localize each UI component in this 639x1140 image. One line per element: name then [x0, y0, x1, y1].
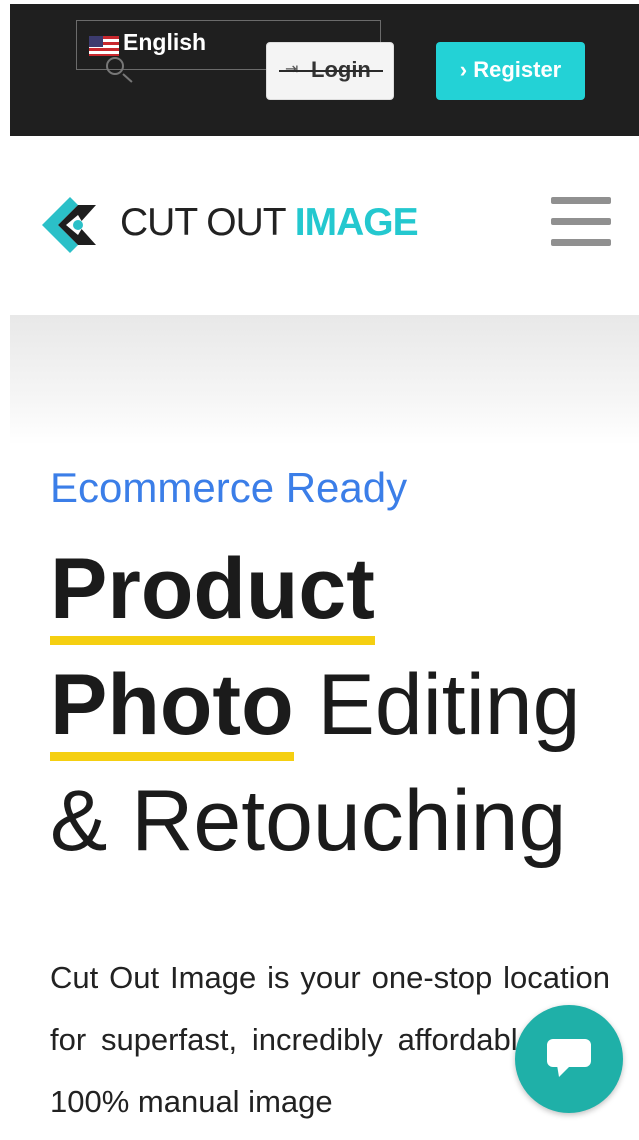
headline-bold-photo: Photo — [50, 656, 294, 761]
headline-editing: Editing — [293, 657, 581, 753]
us-flag-icon — [89, 36, 119, 56]
strike-line — [279, 70, 383, 72]
hero-eyebrow: Ecommerce Ready — [50, 464, 408, 511]
logo-mark-icon — [42, 197, 96, 253]
register-button[interactable]: › Register — [436, 42, 585, 100]
chat-button[interactable] — [515, 1005, 623, 1113]
login-button[interactable]: ⇥ Login — [266, 42, 394, 100]
logo-text: CUT OUT IMAGE — [120, 201, 419, 244]
search-icon[interactable] — [106, 57, 124, 75]
chat-bubble-icon — [547, 1039, 591, 1077]
register-label: › Register — [459, 57, 562, 82]
language-label: English — [123, 29, 207, 55]
headline-line-2: Photo Editing — [50, 656, 581, 761]
login-arrow-icon: ⇥ — [285, 59, 298, 79]
headline-line-1: Product — [50, 540, 375, 645]
headline-line-3: & Retouching — [50, 773, 567, 869]
top-bar: English ⇥ Login › Register — [10, 4, 639, 136]
hero-background — [10, 315, 639, 445]
headline-bold-product: Product — [50, 540, 375, 645]
hamburger-icon[interactable] — [551, 197, 611, 251]
page: English ⇥ Login › Register CUT OUT IMAGE… — [0, 0, 639, 1140]
